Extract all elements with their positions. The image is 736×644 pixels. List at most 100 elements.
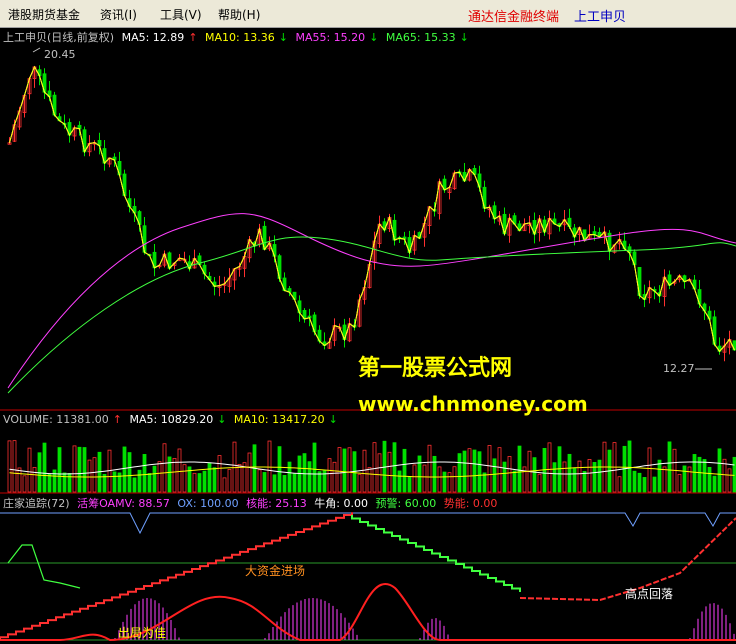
volume-bar — [627, 440, 632, 493]
volume-bar — [27, 447, 32, 493]
volume-bar — [247, 452, 252, 493]
volume-bar — [92, 457, 97, 493]
volume-bar — [517, 445, 522, 493]
volume-bar — [692, 454, 697, 493]
volume-bar — [287, 461, 292, 493]
oamv-label: 活筹OAMV: 88.57 — [77, 497, 170, 510]
volume-bar — [32, 466, 37, 493]
volume-bar — [232, 441, 237, 493]
volume-bar — [402, 448, 407, 493]
volume-bar — [267, 440, 272, 493]
volume-bar — [257, 469, 262, 493]
volume-bar — [547, 442, 552, 493]
volume-bar — [512, 470, 517, 493]
volume-bar — [472, 449, 477, 493]
volume-bar — [642, 477, 647, 493]
volume-bar — [417, 455, 422, 493]
volume-bar — [227, 468, 232, 493]
volume-bar — [447, 472, 452, 493]
volume-bar — [152, 465, 157, 493]
volume-label: VOLUME: 11381.00 — [3, 413, 109, 426]
volume-bar — [207, 462, 212, 493]
volume-bar — [557, 446, 562, 493]
stock-name: 上工申贝 — [574, 10, 627, 25]
ma10-line — [9, 65, 735, 353]
volume-bar — [347, 447, 352, 493]
volume-bar — [532, 457, 537, 493]
ma5-line — [9, 65, 735, 353]
volume-bar — [312, 442, 317, 493]
volume-bar — [342, 448, 347, 493]
volume-bar — [307, 461, 312, 493]
volume-bar — [177, 448, 182, 493]
volume-bar — [52, 469, 57, 493]
volume-bar — [487, 445, 492, 493]
ox-label: OX: 100.00 — [177, 497, 239, 510]
volume-bar — [502, 461, 507, 493]
vol-ma10-arrow-icon: ↓ — [328, 413, 338, 426]
menu-hk-futures[interactable]: 港股期货基金 — [8, 6, 80, 23]
volume-header: VOLUME: 11381.00 ↑ MA5: 10829.20 ↓ MA10: 1… — [3, 413, 342, 426]
volume-bar — [147, 473, 152, 493]
warn-line — [7, 544, 81, 589]
volume-bar — [687, 466, 692, 493]
volume-bar — [17, 467, 22, 493]
volume-bar — [272, 474, 277, 493]
volume-bar — [212, 467, 217, 493]
volume-bar — [632, 470, 637, 493]
annotation-exit: 出局为佳 — [118, 626, 166, 640]
volume-bar — [72, 445, 77, 493]
volume-bar — [497, 447, 502, 493]
ma55-arrow-icon: ↓ — [369, 31, 379, 44]
volume-bar — [127, 452, 132, 493]
watermark-title: 第一股票公式网 — [358, 356, 513, 381]
volume-bar — [172, 458, 177, 493]
vol-ma5-label: MA5: 10829.20 — [129, 413, 214, 426]
volume-bar — [302, 453, 307, 493]
volume-bar — [47, 473, 52, 493]
volume-bar — [647, 447, 652, 493]
volume-bar — [292, 473, 297, 493]
volume-bar — [667, 441, 672, 493]
ma10-label: MA10: 13.36 — [205, 31, 275, 44]
volume-bar — [422, 464, 427, 493]
volume-bar — [407, 476, 412, 493]
volume-bar — [727, 468, 732, 493]
volume-bar — [562, 461, 567, 493]
volume-bar — [162, 443, 167, 493]
volume-bar — [332, 461, 337, 493]
volume-bar — [377, 453, 382, 493]
ma5-arrow-icon: ↑ — [188, 31, 198, 44]
volume-bar — [437, 466, 442, 493]
volume-bar — [192, 472, 197, 493]
volume-bar — [137, 469, 142, 493]
volume-bar — [222, 477, 227, 493]
volume-bar — [22, 475, 27, 493]
volume-bar — [12, 440, 17, 493]
volume-bar — [457, 453, 462, 493]
ma65-arrow-icon: ↓ — [459, 31, 469, 44]
menu-tools[interactable]: 工具(V) — [160, 6, 202, 23]
menu-help[interactable]: 帮助(H) — [218, 6, 260, 23]
volume-bar — [662, 466, 667, 493]
volume-bar — [577, 460, 582, 493]
volume-bar — [142, 454, 147, 493]
chart-area[interactable]: 20.45 12.27 大资金进场 高点回落 出局为佳 上工申贝(日线,前复权) MA5… — [0, 28, 736, 642]
kline-chart[interactable]: 20.45 12.27 大资金进场高点回落出局为佳 — [0, 28, 736, 642]
volume-bar — [597, 459, 602, 493]
bull-label: 牛角: 0.00 — [314, 497, 368, 510]
volume-bar — [567, 453, 572, 493]
core-label: 核能: 25.13 — [246, 497, 307, 510]
volume-arrow-icon: ↑ — [112, 413, 122, 426]
volume-bar — [652, 476, 657, 493]
volume-bar — [582, 471, 587, 493]
menu-info[interactable]: 资讯(I) — [100, 6, 137, 23]
volume-bar — [677, 473, 682, 493]
volume-bar — [57, 447, 62, 493]
volume-bar — [87, 459, 92, 493]
annotation-high-pullback: 高点回落 — [625, 586, 673, 601]
high-marker — [32, 47, 41, 53]
volume-bar — [82, 447, 87, 493]
volume-bar — [397, 470, 402, 493]
oamv-falling-line — [351, 515, 521, 592]
